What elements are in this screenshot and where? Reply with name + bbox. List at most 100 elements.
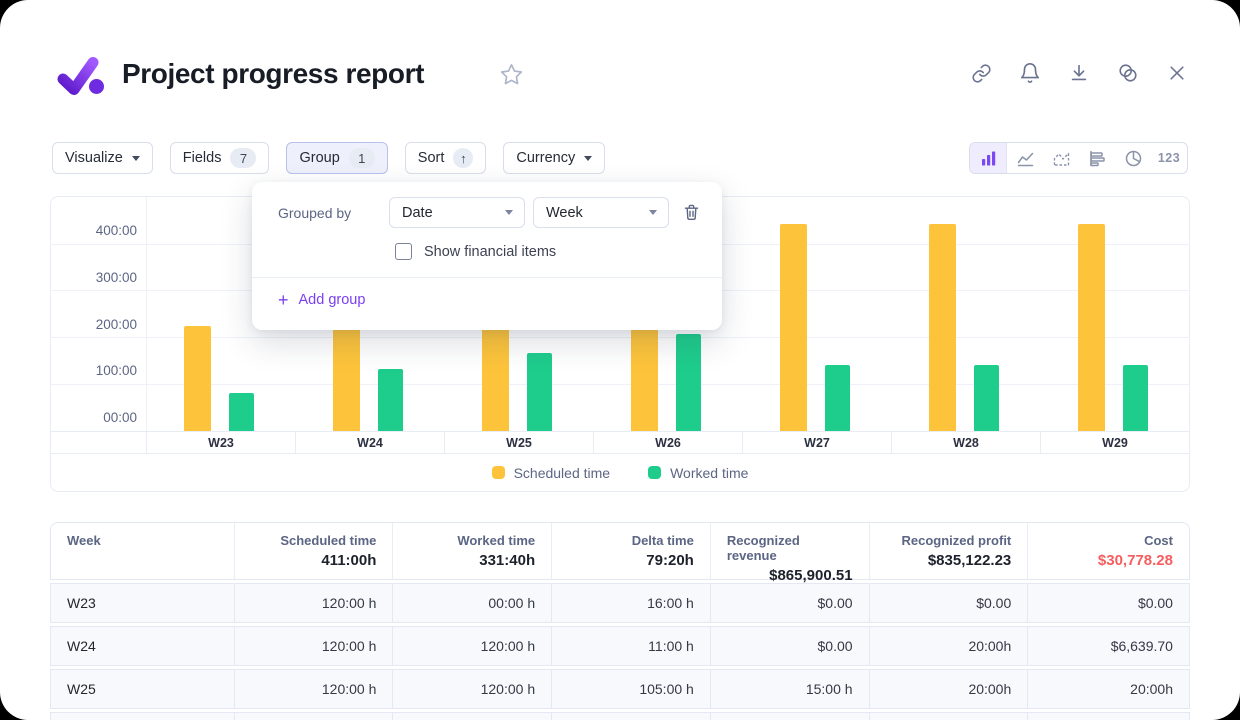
bar-scheduled-time-w29[interactable] — [1078, 224, 1105, 431]
table-row[interactable] — [50, 712, 1190, 720]
bar-worked-time-w27[interactable] — [825, 365, 850, 431]
line-chart-icon[interactable] — [1007, 143, 1043, 173]
summary-table: Week Scheduled time411:00h Worked time 331:… — [50, 522, 1190, 720]
popover-divider — [252, 277, 722, 278]
chevron-down-icon — [505, 210, 513, 215]
chevron-down-icon — [132, 156, 140, 161]
table-row-w24[interactable]: W24120:00 h120:00 h11:00 h$0.0020:00h$6,… — [50, 626, 1190, 666]
table-cell — [392, 713, 551, 720]
download-icon[interactable] — [1068, 62, 1090, 84]
table-cell — [869, 713, 1028, 720]
group-interval-value: Week — [546, 205, 583, 221]
bar-worked-time-w24[interactable] — [378, 369, 403, 431]
table-cell: 120:00 h — [234, 584, 393, 622]
bar-scheduled-time-w28[interactable] — [929, 224, 956, 431]
chart-legend: Scheduled time Worked time — [51, 454, 1189, 491]
column-header-worked-time[interactable]: Worked time 331:40h — [392, 523, 551, 579]
toolbar: Visualize Fields 7 Group 1 Sort ↑ Curren… — [52, 142, 605, 174]
group-button[interactable]: Group 1 — [286, 142, 387, 174]
column-label: Recognized profit — [901, 533, 1011, 548]
currency-label: Currency — [516, 150, 575, 166]
table-cell: $0.00 — [1027, 584, 1189, 622]
x-axis-label: W29 — [1040, 432, 1189, 453]
column-header-scheduled-time[interactable]: Scheduled time411:00h — [234, 523, 393, 579]
trash-icon[interactable] — [682, 203, 701, 222]
gridline — [51, 384, 1189, 385]
app-logo — [57, 56, 105, 98]
bar-worked-time-w25[interactable] — [527, 353, 552, 431]
chevron-down-icon — [649, 210, 657, 215]
bell-icon[interactable] — [1019, 62, 1041, 84]
group-field-value: Date — [402, 205, 433, 221]
y-axis-tick: 400:00 — [51, 223, 137, 238]
gridline — [51, 337, 1189, 338]
legend-swatch — [648, 466, 661, 479]
table-cell — [51, 713, 234, 720]
x-axis-label: W24 — [295, 432, 444, 453]
group-count-badge: 1 — [349, 148, 375, 168]
bar-chart-icon[interactable] — [970, 143, 1007, 173]
table-cell: $0.00 — [710, 584, 869, 622]
legend-label: Scheduled time — [514, 465, 611, 481]
area-chart-icon[interactable] — [1043, 143, 1079, 173]
favorite-star-icon[interactable] — [499, 62, 524, 87]
bar-scheduled-time-w27[interactable] — [780, 224, 807, 431]
report-window: Project progress report — [0, 0, 1240, 720]
bar-scheduled-time-w23[interactable] — [184, 326, 211, 431]
bar-worked-time-w29[interactable] — [1123, 365, 1148, 431]
x-axis-label: W23 — [146, 432, 295, 453]
group-field-select[interactable]: Date — [389, 197, 525, 228]
y-axis-tick: 300:00 — [51, 270, 137, 285]
bar-worked-time-w26[interactable] — [676, 334, 701, 431]
table-cell: $0.00 — [869, 584, 1028, 622]
table-cell: 16:00 h — [551, 584, 710, 622]
table-cell: W23 — [51, 584, 234, 622]
column-label: Cost — [1144, 533, 1173, 548]
table-cell: 20:00h — [1027, 670, 1189, 708]
legend-item: Worked time — [648, 465, 748, 481]
bar-worked-time-w28[interactable] — [974, 365, 999, 431]
table-cell: 120:00 h — [392, 627, 551, 665]
chevron-down-icon — [584, 156, 592, 161]
visualize-button[interactable]: Visualize — [52, 142, 153, 174]
add-group-button[interactable]: + Add group — [278, 291, 365, 309]
close-icon[interactable] — [1166, 62, 1188, 84]
table-cell — [234, 713, 393, 720]
column-label: Worked time — [457, 533, 535, 548]
column-header-cost[interactable]: Cost $30,778.28 — [1027, 523, 1189, 579]
currency-button[interactable]: Currency — [503, 142, 605, 174]
table-row-w25[interactable]: W25120:00 h120:00 h105:00 h15:00 h20:00h… — [50, 669, 1190, 709]
column-total: $30,778.28 — [1098, 552, 1173, 569]
y-axis-tick: 100:00 — [51, 363, 137, 378]
numbers-view[interactable]: 123 — [1151, 143, 1187, 173]
table-row-w23[interactable]: W23120:00 h00:00 h16:00 h$0.00$0.00$0.00 — [50, 583, 1190, 623]
column-header-recognized-profit[interactable]: Recognized profit$835,122.23 — [869, 523, 1028, 579]
column-header-week[interactable]: Week — [51, 523, 234, 579]
column-header-recognized-revenue[interactable]: Recognized revenue$865,900.51 — [710, 523, 869, 579]
table-cell: 120:00 h — [392, 670, 551, 708]
table-cell: $0.00 — [710, 627, 869, 665]
column-label: Week — [67, 533, 101, 548]
table-cell: 120:00 h — [234, 627, 393, 665]
table-cell: $6,639.70 — [1027, 627, 1189, 665]
bar-scheduled-time-w25[interactable] — [482, 326, 509, 431]
group-label: Group — [299, 150, 339, 166]
bar-scheduled-time-w24[interactable] — [333, 326, 360, 431]
table-body: W23120:00 h00:00 h16:00 h$0.00$0.00$0.00… — [50, 583, 1190, 720]
horizontal-bar-chart-icon[interactable] — [1079, 143, 1115, 173]
x-axis-label: W27 — [742, 432, 891, 453]
fields-button[interactable]: Fields 7 — [170, 142, 270, 174]
link-icon[interactable] — [970, 62, 992, 84]
overlapping-circles-icon[interactable] — [1117, 62, 1139, 84]
group-interval-select[interactable]: Week — [533, 197, 669, 228]
pie-chart-icon[interactable] — [1115, 143, 1151, 173]
column-header-delta-time[interactable]: Delta time79:20h — [551, 523, 710, 579]
bar-worked-time-w23[interactable] — [229, 393, 254, 431]
legend-label: Worked time — [670, 465, 748, 481]
column-total: 331:40h — [479, 552, 535, 569]
sort-button[interactable]: Sort ↑ — [405, 142, 487, 174]
table-cell — [551, 713, 710, 720]
column-total: 79:20h — [646, 552, 694, 569]
bar-scheduled-time-w26[interactable] — [631, 326, 658, 431]
show-financial-items-checkbox[interactable] — [395, 243, 412, 260]
